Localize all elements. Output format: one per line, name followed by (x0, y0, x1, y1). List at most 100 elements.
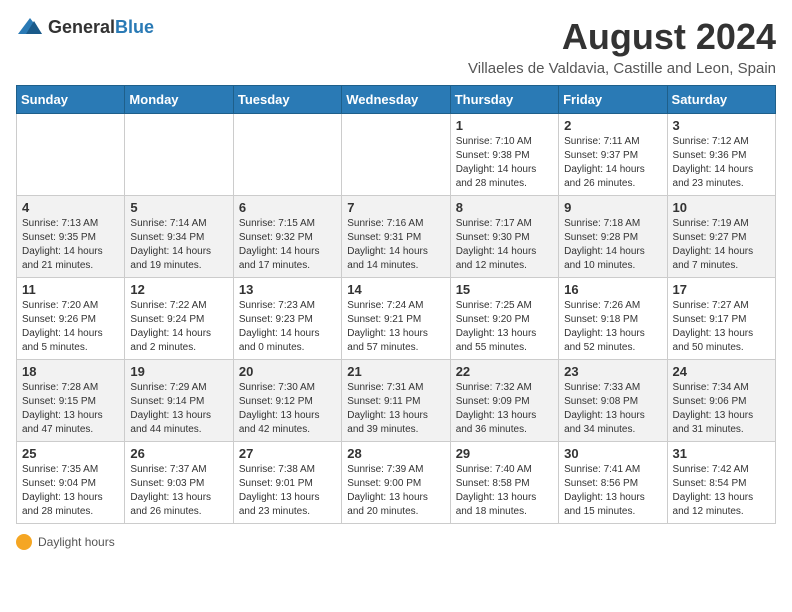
day-info: Sunrise: 7:27 AMSunset: 9:17 PMDaylight:… (673, 299, 770, 355)
day-info: Sunrise: 7:23 AMSunset: 9:23 PMDaylight:… (239, 299, 336, 355)
footer: Daylight hours (16, 534, 776, 550)
calendar-cell: 11 Sunrise: 7:20 AMSunset: 9:26 PMDayligh… (17, 278, 125, 360)
calendar-cell: 23Sunrise: 7:33 AMSunset: 9:08 PMDayligh… (559, 360, 667, 442)
calendar-cell: 24 Sunrise: 7:34 AMSunset: 9:06 PMDayligh… (667, 360, 775, 442)
calendar-cell: 20 Sunrise: 7:30 AMSunset: 9:12 PMDayligh… (233, 360, 341, 442)
calendar-table: Sunday Monday Tuesday Wednesday Thursday… (16, 85, 776, 524)
day-info: Sunrise: 7:20 AMSunset: 9:26 PMDaylight:… (22, 299, 119, 355)
day-info: Sunrise: 7:38 AMSunset: 9:01 PMDaylight:… (239, 463, 336, 519)
day-info: Sunrise: 7:35 AMSunset: 9:04 PMDaylight:… (22, 463, 119, 519)
day-number: 6 (239, 200, 336, 215)
calendar-cell: 27 Sunrise: 7:38 AMSunset: 9:01 PMDayligh… (233, 442, 341, 524)
day-number: 17 (673, 282, 770, 297)
day-number: 25 (22, 446, 119, 461)
day-number: 19 (130, 364, 227, 379)
day-number: 16 (564, 282, 661, 297)
day-number: 10 (673, 200, 770, 215)
day-info: Sunrise: 7:33 AMSunset: 9:08 PMDaylight:… (564, 381, 661, 437)
calendar-cell: 29 Sunrise: 7:40 AMSunset: 8:58 PMDayligh… (450, 442, 558, 524)
day-number: 28 (347, 446, 444, 461)
calendar-cell: 10 Sunrise: 7:19 AMSunset: 9:27 PMDayligh… (667, 196, 775, 278)
day-number: 11 (22, 282, 119, 297)
header-saturday: Saturday (667, 86, 775, 114)
calendar-week-row: 25 Sunrise: 7:35 AMSunset: 9:04 PMDayligh… (17, 442, 776, 524)
calendar-cell: 6 Sunrise: 7:15 AMSunset: 9:32 PMDaylight… (233, 196, 341, 278)
day-number: 31 (673, 446, 770, 461)
calendar-cell: 19 Sunrise: 7:29 AMSunset: 9:14 PMDayligh… (125, 360, 233, 442)
day-info: Sunrise: 7:39 AMSunset: 9:00 PMDaylight:… (347, 463, 444, 519)
calendar-cell (17, 114, 125, 196)
calendar-cell: 8Sunrise: 7:17 AMSunset: 9:30 PMDaylight… (450, 196, 558, 278)
calendar-week-row: 18Sunrise: 7:28 AMSunset: 9:15 PMDayligh… (17, 360, 776, 442)
day-number: 5 (130, 200, 227, 215)
day-number: 30 (564, 446, 661, 461)
header: GeneralBlue August 2024 Villaeles de Val… (16, 16, 776, 77)
day-number: 2 (564, 118, 661, 133)
day-number: 1 (456, 118, 553, 133)
logo-blue: Blue (115, 17, 154, 37)
calendar-week-row: 1Sunrise: 7:10 AMSunset: 9:38 PMDaylight… (17, 114, 776, 196)
day-info: Sunrise: 7:15 AMSunset: 9:32 PMDaylight:… (239, 217, 336, 273)
day-number: 12 (130, 282, 227, 297)
day-number: 27 (239, 446, 336, 461)
logo: GeneralBlue (16, 16, 154, 38)
calendar-cell: 2 Sunrise: 7:11 AMSunset: 9:37 PMDaylight… (559, 114, 667, 196)
day-info: Sunrise: 7:24 AMSunset: 9:21 PMDaylight:… (347, 299, 444, 355)
day-info: Sunrise: 7:34 AMSunset: 9:06 PMDaylight:… (673, 381, 770, 437)
calendar-cell: 1Sunrise: 7:10 AMSunset: 9:38 PMDaylight… (450, 114, 558, 196)
day-info: Sunrise: 7:11 AMSunset: 9:37 PMDaylight:… (564, 135, 661, 191)
calendar-cell: 21 Sunrise: 7:31 AMSunset: 9:11 PMDayligh… (342, 360, 450, 442)
day-number: 26 (130, 446, 227, 461)
calendar-cell: 16Sunrise: 7:26 AMSunset: 9:18 PMDayligh… (559, 278, 667, 360)
calendar-cell (233, 114, 341, 196)
day-info: Sunrise: 7:17 AMSunset: 9:30 PMDaylight:… (456, 217, 553, 273)
calendar-cell: 25 Sunrise: 7:35 AMSunset: 9:04 PMDayligh… (17, 442, 125, 524)
calendar-cell (125, 114, 233, 196)
day-info: Sunrise: 7:13 AMSunset: 9:35 PMDaylight:… (22, 217, 119, 273)
calendar-header-row: Sunday Monday Tuesday Wednesday Thursday… (17, 86, 776, 114)
day-number: 13 (239, 282, 336, 297)
day-number: 22 (456, 364, 553, 379)
calendar-cell: 5Sunrise: 7:14 AMSunset: 9:34 PMDaylight… (125, 196, 233, 278)
day-number: 7 (347, 200, 444, 215)
calendar-cell: 12 Sunrise: 7:22 AMSunset: 9:24 PMDayligh… (125, 278, 233, 360)
day-info: Sunrise: 7:40 AMSunset: 8:58 PMDaylight:… (456, 463, 553, 519)
day-info: Sunrise: 7:41 AMSunset: 8:56 PMDaylight:… (564, 463, 661, 519)
header-monday: Monday (125, 86, 233, 114)
daylight-label: Daylight hours (38, 535, 115, 549)
header-wednesday: Wednesday (342, 86, 450, 114)
day-number: 15 (456, 282, 553, 297)
calendar-cell: 31 Sunrise: 7:42 AMSunset: 8:54 PMDayligh… (667, 442, 775, 524)
calendar-cell: 7 Sunrise: 7:16 AMSunset: 9:31 PMDaylight… (342, 196, 450, 278)
day-number: 14 (347, 282, 444, 297)
day-info: Sunrise: 7:29 AMSunset: 9:14 PMDaylight:… (130, 381, 227, 437)
calendar-week-row: 11 Sunrise: 7:20 AMSunset: 9:26 PMDayligh… (17, 278, 776, 360)
calendar-cell: 4 Sunrise: 7:13 AMSunset: 9:35 PMDaylight… (17, 196, 125, 278)
sun-icon (16, 534, 32, 550)
day-info: Sunrise: 7:22 AMSunset: 9:24 PMDaylight:… (130, 299, 227, 355)
calendar-cell: 3Sunrise: 7:12 AMSunset: 9:36 PMDaylight… (667, 114, 775, 196)
day-info: Sunrise: 7:28 AMSunset: 9:15 PMDaylight:… (22, 381, 119, 437)
calendar-cell: 30 Sunrise: 7:41 AMSunset: 8:56 PMDayligh… (559, 442, 667, 524)
day-info: Sunrise: 7:32 AMSunset: 9:09 PMDaylight:… (456, 381, 553, 437)
day-info: Sunrise: 7:31 AMSunset: 9:11 PMDaylight:… (347, 381, 444, 437)
day-number: 3 (673, 118, 770, 133)
calendar-cell: 18Sunrise: 7:28 AMSunset: 9:15 PMDayligh… (17, 360, 125, 442)
day-info: Sunrise: 7:16 AMSunset: 9:31 PMDaylight:… (347, 217, 444, 273)
header-sunday: Sunday (17, 86, 125, 114)
calendar-cell: 28 Sunrise: 7:39 AMSunset: 9:00 PMDayligh… (342, 442, 450, 524)
day-number: 4 (22, 200, 119, 215)
day-info: Sunrise: 7:19 AMSunset: 9:27 PMDaylight:… (673, 217, 770, 273)
calendar-cell: 17 Sunrise: 7:27 AMSunset: 9:17 PMDayligh… (667, 278, 775, 360)
day-info: Sunrise: 7:30 AMSunset: 9:12 PMDaylight:… (239, 381, 336, 437)
header-thursday: Thursday (450, 86, 558, 114)
day-number: 20 (239, 364, 336, 379)
day-number: 9 (564, 200, 661, 215)
header-tuesday: Tuesday (233, 86, 341, 114)
day-info: Sunrise: 7:42 AMSunset: 8:54 PMDaylight:… (673, 463, 770, 519)
calendar-cell: 14 Sunrise: 7:24 AMSunset: 9:21 PMDayligh… (342, 278, 450, 360)
day-number: 21 (347, 364, 444, 379)
day-number: 29 (456, 446, 553, 461)
day-number: 24 (673, 364, 770, 379)
logo-icon (16, 16, 44, 38)
